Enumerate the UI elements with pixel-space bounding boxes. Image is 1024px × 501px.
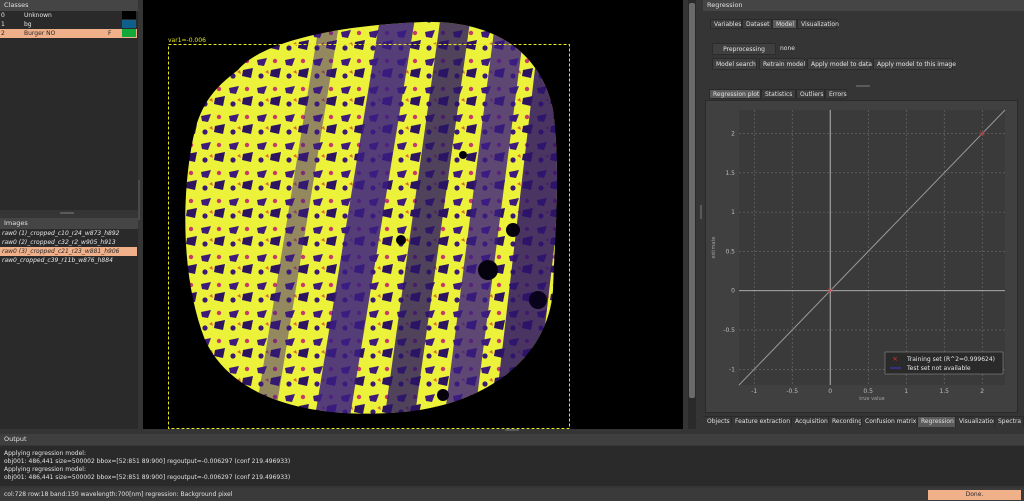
output-log[interactable]: Applying regression model: obj001: 486,44…	[0, 446, 1024, 486]
class-row[interactable]: 1 bg	[0, 20, 137, 29]
scrollbar-thumb[interactable]	[689, 3, 695, 398]
preprocessing-button[interactable]: Preprocessing	[712, 43, 776, 55]
output-title: Output	[0, 434, 1024, 445]
images-list[interactable]: raw0 (1)_cropped_c10_r24_w873_h892 raw0 (…	[0, 229, 138, 429]
regression-title: Regression	[703, 0, 1024, 11]
output-line: obj001: 486,441 size=500002 bbox=[52:851…	[4, 474, 291, 481]
image-list-item[interactable]: raw0 (3)_cropped_c21_r23_w881_h906	[0, 247, 137, 256]
class-color-swatch[interactable]	[122, 11, 136, 19]
left-splitter-handle[interactable]	[60, 212, 74, 214]
y-tick-label: -0.5	[723, 327, 735, 334]
y-tick-label: 0.5	[725, 248, 735, 255]
class-color-swatch[interactable]	[122, 29, 136, 37]
bottom-tab-objects[interactable]: Objects	[704, 417, 732, 427]
x-axis-label: true value	[859, 396, 885, 402]
class-index: 0	[1, 12, 5, 19]
x-tick-label: 1	[904, 388, 908, 395]
plot-tab-outliers[interactable]: Outliers	[796, 89, 825, 99]
class-index: 2	[1, 30, 5, 37]
image-viewer[interactable]: var1=-0.006	[143, 0, 683, 429]
data-point: ×	[827, 286, 834, 295]
x-tick-label: 1.5	[939, 388, 949, 395]
legend-marker-training: ×	[892, 355, 898, 363]
x-tick-label: 0	[828, 388, 832, 395]
image-list-item[interactable]: raw0 (1)_cropped_c10_r24_w873_h892	[0, 229, 137, 238]
class-flag: F	[108, 30, 112, 37]
class-row[interactable]: 0 Unknown	[0, 11, 137, 20]
bottom-tab-spectra[interactable]: Spectra	[995, 417, 1024, 427]
preprocessing-value: none	[780, 45, 795, 52]
right-vertical-splitter[interactable]	[700, 205, 702, 219]
tab-visualization[interactable]: Visualization	[797, 19, 839, 29]
y-tick-label: -1	[729, 366, 735, 373]
classes-title: Classes	[0, 0, 138, 11]
tab-model[interactable]: Model	[772, 19, 797, 29]
x-tick-label: -0.5	[786, 388, 798, 395]
roi-overlay-label: var1=-0.006	[168, 37, 206, 44]
bottom-tab-feature-extraction[interactable]: Feature extraction	[732, 417, 792, 427]
x-tick-label: -1	[751, 388, 757, 395]
bottom-tab-recording[interactable]: Recording	[829, 417, 862, 427]
retrain-model-button[interactable]: Retrain model	[759, 58, 805, 70]
x-tick-label: 2	[980, 388, 984, 395]
class-index: 1	[1, 21, 5, 28]
plot-tab-statistics[interactable]: Statistics	[761, 89, 796, 99]
left-vertical-splitter[interactable]	[138, 180, 140, 220]
y-tick-label: 0	[731, 288, 735, 295]
class-name: Burger NO	[24, 30, 56, 37]
class-name: Unknown	[24, 12, 52, 19]
plot-tab-errors[interactable]: Errors	[825, 89, 847, 99]
apply-model-to-data-button[interactable]: Apply model to data	[807, 58, 872, 70]
bottom-tab-visualization[interactable]: Visualization	[956, 417, 995, 427]
image-list-item[interactable]: raw0_cropped_c39_r11b_w876_h884	[0, 256, 137, 265]
output-line: obj001: 486,441 size=500002 bbox=[52:851…	[4, 458, 291, 465]
y-tick-label: 1	[731, 209, 735, 216]
model-search-button[interactable]: Model search	[712, 58, 757, 70]
y-axis-label: estimate	[711, 236, 717, 258]
classes-list[interactable]: 0 Unknown 1 bg 2 Burger NO F	[0, 11, 138, 210]
apply-model-to-this-image-button[interactable]: Apply model to this image	[873, 58, 956, 70]
center-bottom-splitter[interactable]	[505, 429, 519, 431]
x-tick-label: 0.5	[863, 388, 873, 395]
tab-dataset[interactable]: Dataset	[742, 19, 772, 29]
image-list-item[interactable]: raw0 (2)_cropped_c32_r2_w905_h913	[0, 238, 137, 247]
class-row[interactable]: 2 Burger NO F	[0, 29, 137, 38]
regression-plot[interactable]: -1 -0.5 0 0.5 1 1.5 2 2 1.5 1 0.5 0 -0.5 -1 × × true val…	[705, 100, 1018, 413]
class-name: bg	[24, 21, 32, 28]
regression-splitter[interactable]	[856, 85, 870, 87]
status-done-badge: Done.	[928, 490, 1021, 500]
legend-entry: Test set not available	[906, 365, 971, 372]
class-color-swatch[interactable]	[122, 20, 136, 28]
plot-tab-regression-plot[interactable]: Regression plot	[709, 89, 761, 99]
data-point: ×	[979, 129, 986, 138]
hyperspectral-image[interactable]	[143, 0, 683, 429]
output-line: Applying regression model:	[4, 450, 86, 457]
tab-variables[interactable]: Variables	[710, 19, 742, 29]
y-tick-label: 1.5	[725, 170, 735, 177]
output-line: Applying regression model:	[4, 466, 86, 473]
bottom-tab-acquisition[interactable]: Acquisition	[792, 417, 829, 427]
viewer-vertical-scrollbar[interactable]	[688, 0, 696, 429]
y-tick-label: 2	[731, 131, 735, 138]
images-title: Images	[0, 218, 138, 229]
bottom-tab-confusion-matrix[interactable]: Confusion matrix	[862, 417, 918, 427]
status-text: col:728 row:18 band:150 wavelength:700[n…	[4, 491, 233, 498]
legend-entry: Training set (R^2=0.999624)	[906, 356, 995, 363]
bottom-tab-regression[interactable]: Regression	[918, 417, 956, 427]
